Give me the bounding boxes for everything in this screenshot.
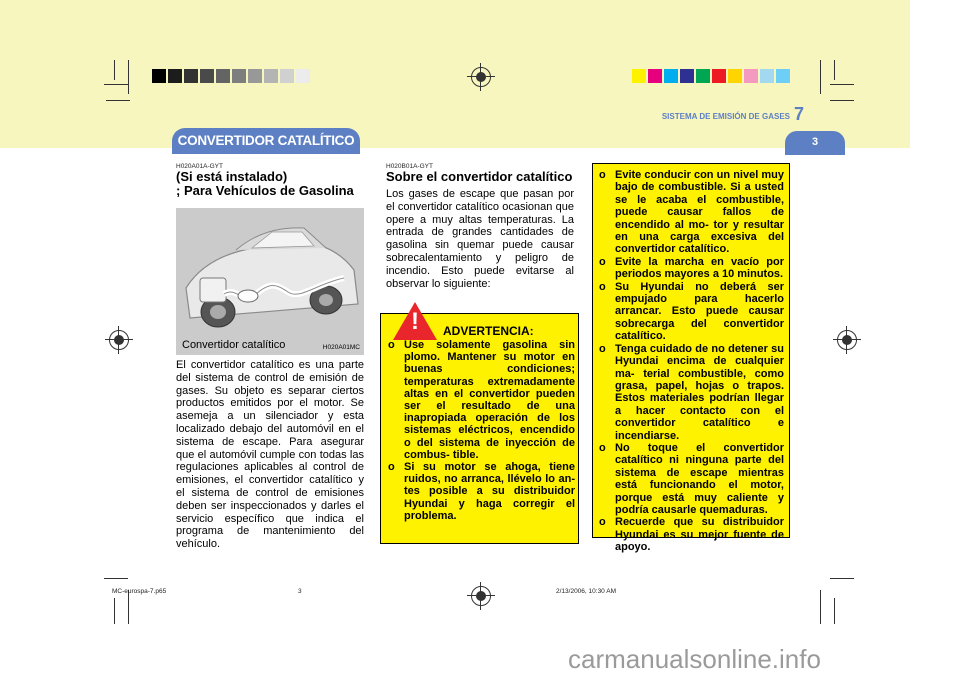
list-item: o Su Hyundai no deberá ser empujado para … <box>599 280 784 343</box>
page-number-tab: 3 <box>785 131 845 155</box>
color-swatch <box>632 69 646 83</box>
footer-filename: MC-eurospa-7.p65 <box>112 588 167 595</box>
color-calibration-bar <box>632 69 792 83</box>
left-body-text: El convertidor catalítico es una parte d… <box>176 359 364 551</box>
middle-column: H020B01A-GYT Sobre el convertidor catalí… <box>386 163 574 290</box>
color-swatch <box>248 69 262 83</box>
crop-mark <box>128 60 129 94</box>
crop-mark <box>820 590 821 624</box>
crop-mark <box>830 100 854 101</box>
color-swatch <box>216 69 230 83</box>
crop-mark <box>114 598 115 624</box>
figure-id: H020A01MC <box>322 344 360 351</box>
registration-mark-icon <box>105 326 133 354</box>
registration-mark-icon <box>467 582 495 610</box>
color-swatch <box>184 69 198 83</box>
chapter-number: 7 <box>794 104 805 124</box>
crop-mark <box>830 84 854 85</box>
middle-body-text: Los gases de escape que pasan por el con… <box>386 188 574 290</box>
color-swatch <box>232 69 246 83</box>
warning-title: ADVERTENCIA: <box>443 324 534 338</box>
figure-caption: Convertidor catalítico <box>182 339 286 351</box>
crop-mark <box>104 578 128 579</box>
warning-exclamation-icon: ! <box>411 308 419 335</box>
crop-mark <box>106 100 130 101</box>
crop-mark <box>830 578 854 579</box>
list-item: o Evite la marcha en vacío por periodos m… <box>599 255 784 281</box>
color-swatch <box>296 69 310 83</box>
car-illustration: Convertidor catalítico H020A01MC <box>176 208 364 355</box>
color-swatch <box>200 69 214 83</box>
crop-mark <box>114 60 115 80</box>
list-item: o Si su motor se ahoga, tiene ruidos, no … <box>388 461 575 522</box>
color-swatch <box>744 69 758 83</box>
color-swatch <box>696 69 710 83</box>
crop-mark <box>128 590 129 624</box>
left-column: H020A01A-GYT (Si está instalado) ; Para … <box>176 163 364 551</box>
manual-page: SISTEMA DE EMISIÓN DE GASES 7 3 CONVERTI… <box>0 0 910 640</box>
list-item: o Evite conducir con un nivel muy bajo de… <box>599 169 784 256</box>
color-swatch <box>264 69 278 83</box>
list-item: o Use solamente gasolina sin plomo. Mante… <box>388 339 575 461</box>
section-title: CONVERTIDOR CATALÍTICO <box>172 128 360 154</box>
watermark: carmanualsonline.info <box>568 644 821 674</box>
middle-heading: Sobre el convertidor catalítico <box>386 169 573 184</box>
color-swatch <box>648 69 662 83</box>
left-heading-line1: (Si está instalado) <box>176 169 288 184</box>
crop-mark <box>820 60 821 94</box>
list-item: o Recuerde que su distribuidor Hyundai es… <box>599 516 784 554</box>
color-swatch <box>728 69 742 83</box>
footer-page: 3 <box>298 588 302 595</box>
color-swatch <box>712 69 726 83</box>
running-head: SISTEMA DE EMISIÓN DE GASES <box>661 112 790 121</box>
footer-timestamp: 2/13/2006, 10:30 AM <box>556 588 616 595</box>
crop-mark <box>834 60 835 80</box>
list-item: o Tenga cuidado de no detener su Hyundai … <box>599 342 784 442</box>
warning-list: o Use solamente gasolina sin plomo. Mante… <box>388 339 575 522</box>
list-item: o No toque el convertidor catalítico ni n… <box>599 441 784 516</box>
color-swatch <box>680 69 694 83</box>
color-swatch <box>280 69 294 83</box>
registration-mark-icon <box>833 326 861 354</box>
car-diagram-icon <box>176 208 364 355</box>
grey-calibration-bar <box>152 69 312 83</box>
crop-mark <box>834 598 835 624</box>
color-swatch <box>664 69 678 83</box>
color-swatch <box>760 69 774 83</box>
left-heading-line2: ; Para Vehículos de Gasolina <box>176 183 354 198</box>
registration-mark-icon <box>467 63 495 91</box>
color-swatch <box>776 69 790 83</box>
crop-mark <box>104 84 128 85</box>
warning-box: ! ADVERTENCIA: o Use solamente gasolina s… <box>380 302 579 544</box>
caution-list-box: o Evite conducir con un nivel muy bajo de… <box>592 163 790 553</box>
color-swatch <box>168 69 182 83</box>
color-swatch <box>152 69 166 83</box>
